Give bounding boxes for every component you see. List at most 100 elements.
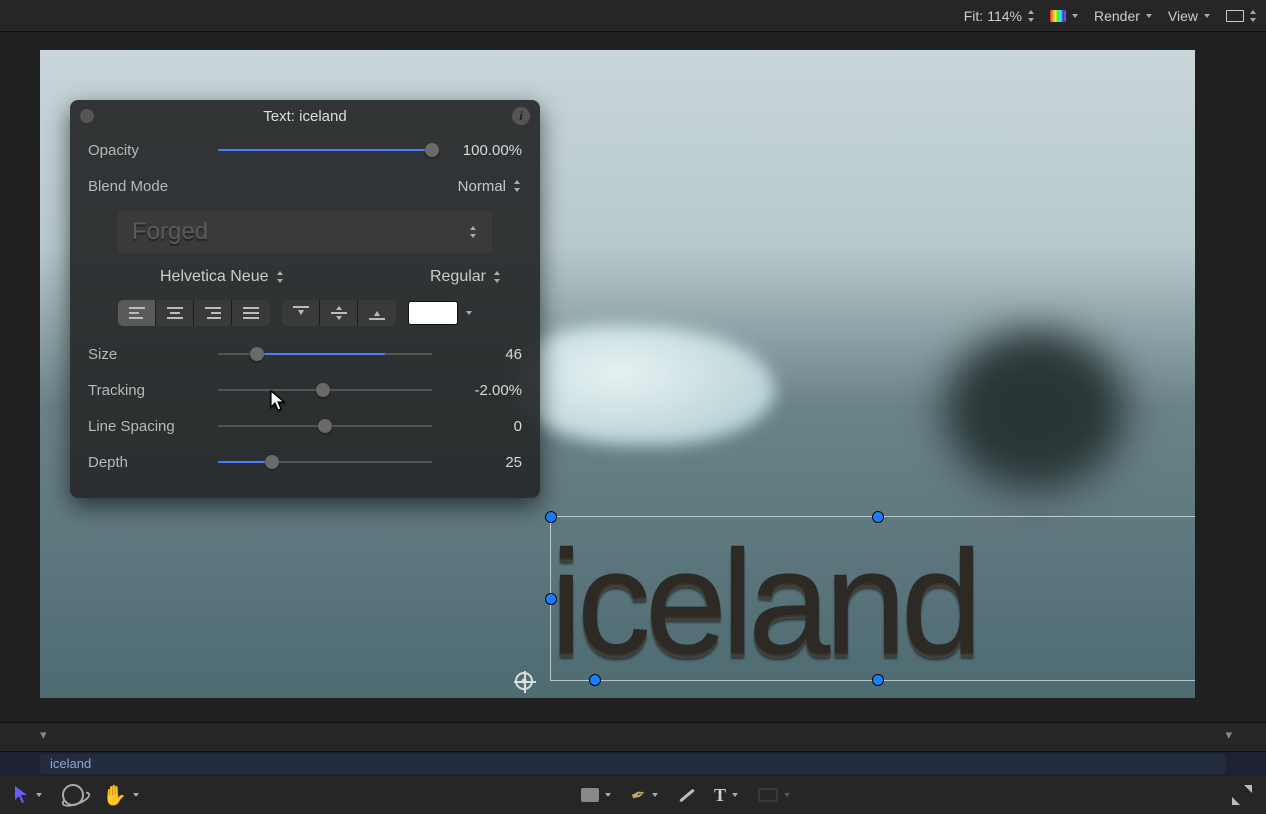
text-tool-button[interactable]: T [714, 785, 740, 806]
view-layout-dropdown[interactable] [1226, 10, 1258, 22]
rectangle-icon [581, 788, 599, 802]
tracking-value[interactable]: -2.00% [432, 382, 522, 399]
view-layout-icon [1226, 10, 1244, 22]
depth-slider[interactable] [218, 452, 432, 472]
size-row: Size 46 [70, 336, 540, 372]
opacity-value[interactable]: 100.00% [432, 142, 522, 159]
line-spacing-slider[interactable] [218, 416, 432, 436]
view-label: View [1168, 8, 1198, 24]
chevron-down-icon [730, 789, 740, 801]
hud-title: Text: iceland [263, 108, 346, 125]
horizontal-align-group [118, 300, 270, 326]
vertical-align-group [282, 300, 396, 326]
info-icon[interactable]: i [512, 107, 530, 125]
line-spacing-row: Line Spacing 0 [70, 408, 540, 444]
chevron-down-icon [782, 789, 792, 801]
playhead-in-icon[interactable]: ▾ [40, 727, 47, 743]
chevron-updown-icon [1026, 10, 1036, 22]
opacity-row: Opacity 100.00% [70, 132, 540, 168]
font-row: Helvetica Neue Regular [70, 264, 540, 298]
color-well[interactable] [408, 301, 458, 325]
hand-icon: ✋ [102, 783, 127, 808]
size-slider[interactable] [218, 344, 432, 364]
chevron-updown-icon [512, 180, 522, 192]
chevron-down-icon [650, 789, 660, 801]
size-value[interactable]: 46 [432, 346, 522, 363]
chevron-down-icon [1202, 10, 1212, 22]
chevron-down-icon [464, 307, 474, 319]
chevron-down-icon [1070, 10, 1080, 22]
chevron-down-icon [131, 789, 141, 801]
hud-header[interactable]: Text: iceland i [70, 100, 540, 132]
chevron-updown-icon [275, 271, 285, 283]
bottom-toolbar: ✋ ✒ T [0, 776, 1266, 814]
color-spectrum-icon [1050, 10, 1066, 22]
color-channel-dropdown[interactable] [1050, 10, 1080, 22]
canvas-viewport: iceland Text: iceland i Opacity 100.00 [0, 32, 1266, 722]
paint-tool-button[interactable] [678, 794, 696, 797]
text-hud-panel: Text: iceland i Opacity 100.00% Blend Mo… [70, 100, 540, 498]
timeline-clip-label: iceland [50, 756, 91, 771]
opacity-slider[interactable] [218, 140, 432, 160]
mask-tool-button[interactable] [758, 788, 792, 802]
text-style-preset-value: Forged [132, 218, 208, 246]
playhead-out-icon[interactable]: ▾ [1225, 727, 1232, 743]
align-left-button[interactable] [118, 300, 156, 326]
orbit-tool-button[interactable] [62, 784, 84, 806]
valign-bottom-button[interactable] [358, 300, 396, 326]
text-layer-iceland[interactable]: iceland [550, 518, 977, 688]
text-icon: T [714, 785, 726, 806]
align-center-button[interactable] [156, 300, 194, 326]
mini-timeline-ruler[interactable]: ▾ ▾ [0, 722, 1266, 752]
align-right-button[interactable] [194, 300, 232, 326]
tracking-slider[interactable] [218, 380, 432, 400]
depth-value[interactable]: 25 [432, 454, 522, 471]
render-label: Render [1094, 8, 1140, 24]
text-color-control[interactable] [408, 301, 474, 325]
valign-middle-button[interactable] [320, 300, 358, 326]
valign-top-button[interactable] [282, 300, 320, 326]
align-justify-button[interactable] [232, 300, 270, 326]
font-weight-dropdown[interactable]: Regular [430, 268, 502, 286]
chevron-updown-icon [492, 271, 502, 283]
size-label: Size [88, 346, 218, 363]
chevron-updown-icon [468, 226, 478, 238]
background-rock [945, 330, 1125, 490]
blend-mode-row: Blend Mode Normal [70, 168, 540, 204]
resize-icon [1232, 785, 1252, 805]
pan-tool-button[interactable]: ✋ [102, 783, 141, 808]
background-iceberg [515, 325, 775, 445]
fullscreen-button[interactable] [1232, 785, 1252, 805]
tracking-row: Tracking -2.00% [70, 372, 540, 408]
opacity-label: Opacity [88, 142, 218, 159]
chevron-down-icon [34, 789, 44, 801]
tracking-label: Tracking [88, 382, 218, 399]
line-spacing-value[interactable]: 0 [432, 418, 522, 435]
pen-tool-button[interactable]: ✒ [631, 785, 660, 806]
font-family-value: Helvetica Neue [160, 268, 269, 286]
blend-mode-value: Normal [458, 178, 506, 195]
blend-mode-dropdown[interactable]: Normal [458, 178, 522, 195]
mask-icon [758, 788, 778, 802]
view-dropdown[interactable]: View [1168, 8, 1212, 24]
mini-timeline-track: iceland [0, 752, 1266, 776]
brush-icon [679, 788, 695, 802]
fit-label: Fit: [964, 8, 983, 24]
fit-zoom-control[interactable]: Fit: 114% [964, 8, 1036, 24]
line-spacing-label: Line Spacing [88, 418, 218, 435]
pen-icon: ✒ [628, 783, 649, 808]
fit-value: 114% [987, 8, 1022, 24]
chevron-down-icon [1144, 10, 1154, 22]
timeline-clip[interactable]: iceland [40, 754, 1226, 774]
depth-row: Depth 25 [70, 444, 540, 480]
shape-tool-button[interactable] [581, 788, 613, 802]
select-tool-button[interactable] [14, 785, 44, 805]
font-family-dropdown[interactable]: Helvetica Neue [160, 268, 285, 286]
blend-mode-label: Blend Mode [88, 178, 218, 195]
orbit-icon [62, 784, 84, 806]
alignment-row [70, 298, 540, 336]
render-dropdown[interactable]: Render [1094, 8, 1154, 24]
anchor-point-icon[interactable] [515, 672, 533, 690]
close-icon[interactable] [80, 109, 94, 123]
text-style-preset-dropdown[interactable]: Forged [118, 210, 492, 254]
